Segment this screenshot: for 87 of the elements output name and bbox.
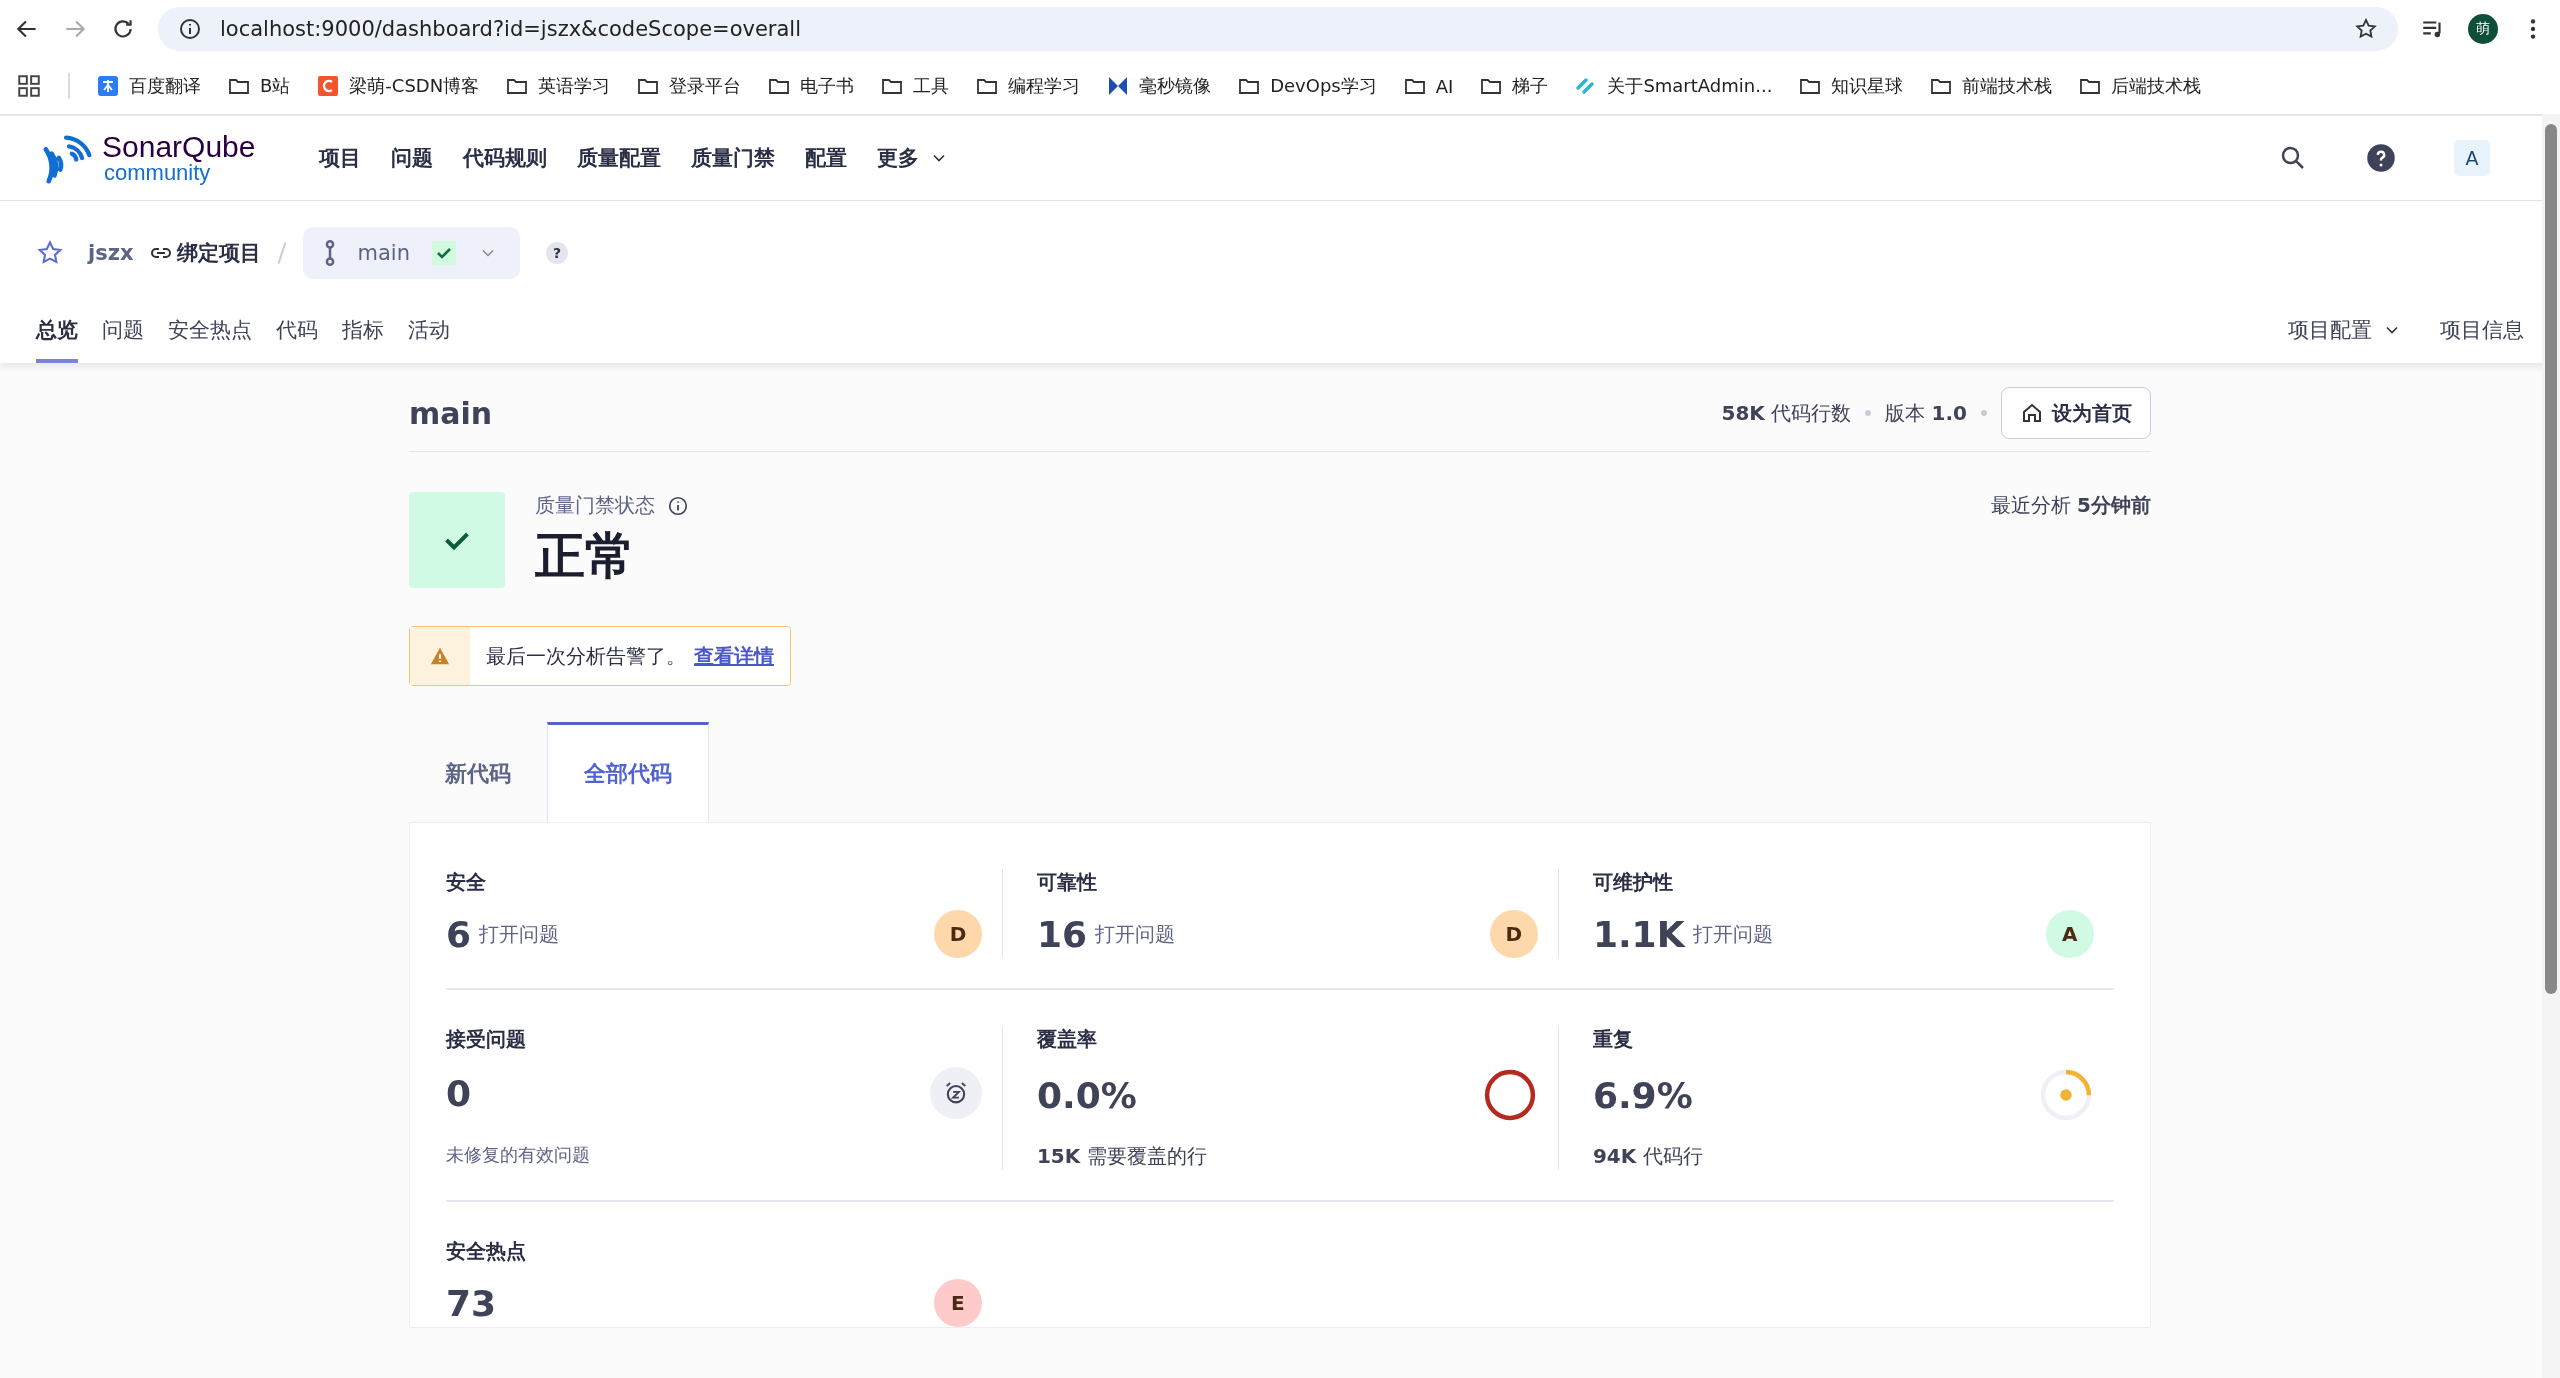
- metric-title: 安全: [446, 869, 487, 896]
- branch-selector[interactable]: main: [303, 227, 520, 279]
- nav-link[interactable]: 问题: [391, 144, 434, 172]
- bookmark[interactable]: 编程学习: [975, 74, 1081, 98]
- address-bar[interactable]: localhost:9000/dashboard?id=jszx&codeScope=overall: [158, 7, 2398, 51]
- help-icon[interactable]: [2366, 143, 2396, 173]
- last-analysis: 最近分析 5分钟前: [1990, 492, 2151, 519]
- bookmark[interactable]: 知识星球: [1798, 74, 1904, 98]
- lines-of-code: 58K 代码行数: [1721, 399, 1852, 427]
- set-home-button[interactable]: 设为首页: [2001, 387, 2151, 439]
- bookmark[interactable]: 毫秒镜像: [1106, 74, 1212, 98]
- user-avatar[interactable]: A: [2454, 140, 2490, 176]
- bookmark[interactable]: 梁萌-CSDN博客: [316, 74, 480, 98]
- metric-unit: 打开问题: [1095, 920, 1176, 948]
- bookmark[interactable]: 工具: [880, 74, 950, 98]
- project-settings-menu[interactable]: 项目配置: [2288, 305, 2402, 363]
- bookmark[interactable]: 电子书: [767, 74, 855, 98]
- nav-link[interactable]: 更多: [877, 144, 950, 172]
- gate-status: 正常: [535, 526, 636, 587]
- star-icon[interactable]: [2354, 17, 2378, 41]
- metric-title: 覆盖率: [1036, 1026, 1098, 1053]
- info-icon[interactable]: [178, 17, 202, 41]
- translate-icon: [96, 74, 120, 98]
- nav-link[interactable]: 质量门禁: [691, 144, 776, 172]
- metric-subtext: 15K 需要覆盖的行: [1036, 1143, 1208, 1170]
- warning-text: 最后一次分析告警了。: [486, 642, 686, 670]
- scope-tab[interactable]: 新代码: [409, 722, 547, 822]
- nav-link[interactable]: 配置: [805, 144, 848, 172]
- project-tab[interactable]: 代码: [276, 305, 318, 363]
- project-link[interactable]: jszx: [88, 241, 134, 265]
- metric-note: 未修复的有效问题: [446, 1143, 591, 1167]
- nav-link[interactable]: 项目: [319, 144, 362, 172]
- rating-badge[interactable]: D: [933, 910, 982, 958]
- metric-unit: 打开问题: [479, 920, 560, 948]
- metric-subtext: 94K 代码行: [1592, 1143, 1704, 1170]
- branch-title: main: [409, 395, 493, 431]
- metric-title: 安全热点: [446, 1238, 527, 1265]
- bookmark[interactable]: 梯子: [1479, 74, 1549, 98]
- bookmark[interactable]: 百度翻译: [96, 74, 201, 98]
- bookmark[interactable]: AI: [1402, 74, 1454, 98]
- nav-link[interactable]: 质量配置: [577, 144, 662, 172]
- sonarqube-logo[interactable]: SonarQube community: [40, 129, 256, 187]
- csdn-icon: [316, 74, 341, 98]
- metric-value[interactable]: 16: [1036, 913, 1088, 955]
- bookmark[interactable]: DevOps学习: [1237, 74, 1377, 98]
- favorite-star-icon[interactable]: [36, 239, 64, 267]
- bookmark[interactable]: 关于SmartAdmin...: [1574, 74, 1773, 98]
- help-badge[interactable]: ?: [545, 242, 568, 264]
- branch-icon: [325, 240, 336, 266]
- project-tab[interactable]: 问题: [102, 305, 144, 363]
- metric-title: 接受问题: [446, 1026, 527, 1053]
- project-tab[interactable]: 总览: [36, 305, 78, 363]
- version-label: 版本 1.0: [1885, 399, 1967, 427]
- scope-tab[interactable]: 全部代码: [547, 722, 709, 822]
- metric-title: 可维护性: [1592, 869, 1674, 896]
- project-tab[interactable]: 安全热点: [168, 305, 252, 363]
- binding-link[interactable]: 绑定项目: [149, 239, 262, 267]
- bookmark[interactable]: 英语学习: [505, 74, 611, 98]
- home-icon: [2020, 401, 2044, 425]
- project-info-link[interactable]: 项目信息: [2440, 305, 2524, 363]
- rating-badge[interactable]: E: [933, 1279, 982, 1327]
- nav-link[interactable]: 代码规则: [463, 144, 548, 172]
- scrollbar[interactable]: [2542, 114, 2560, 1378]
- metric-value[interactable]: 6: [446, 913, 472, 955]
- bookmark[interactable]: B站: [227, 74, 291, 98]
- passed-check-icon: [409, 492, 505, 588]
- gate-label: 质量门禁状态: [535, 492, 655, 519]
- bookmark[interactable]: 后端技术栈: [2078, 74, 2202, 98]
- metric-value[interactable]: 6.9%: [1592, 1074, 1693, 1116]
- details-link[interactable]: 查看详情: [694, 642, 774, 670]
- bookmark[interactable]: 登录平台: [636, 74, 742, 98]
- apps-icon[interactable]: [16, 73, 42, 99]
- metric-value[interactable]: 1.1K: [1592, 913, 1685, 955]
- metric-title: 重复: [1592, 1026, 1634, 1053]
- metric-value[interactable]: 0.0%: [1036, 1074, 1137, 1116]
- rating-badge[interactable]: D: [1489, 910, 1538, 958]
- metric-unit: 打开问题: [1692, 920, 1773, 948]
- profile-avatar[interactable]: 萌: [2468, 14, 2498, 44]
- bookmark[interactable]: 前端技术栈: [1929, 74, 2053, 98]
- check-icon: [431, 241, 456, 265]
- metric-value[interactable]: 0: [446, 1072, 472, 1114]
- info-icon[interactable]: [667, 494, 689, 517]
- metric-value[interactable]: 73: [446, 1282, 497, 1324]
- metric-title: 可靠性: [1036, 869, 1098, 896]
- rating-badge[interactable]: A: [2045, 910, 2094, 958]
- project-tab[interactable]: 活动: [408, 305, 450, 363]
- project-tab[interactable]: 指标: [342, 305, 384, 363]
